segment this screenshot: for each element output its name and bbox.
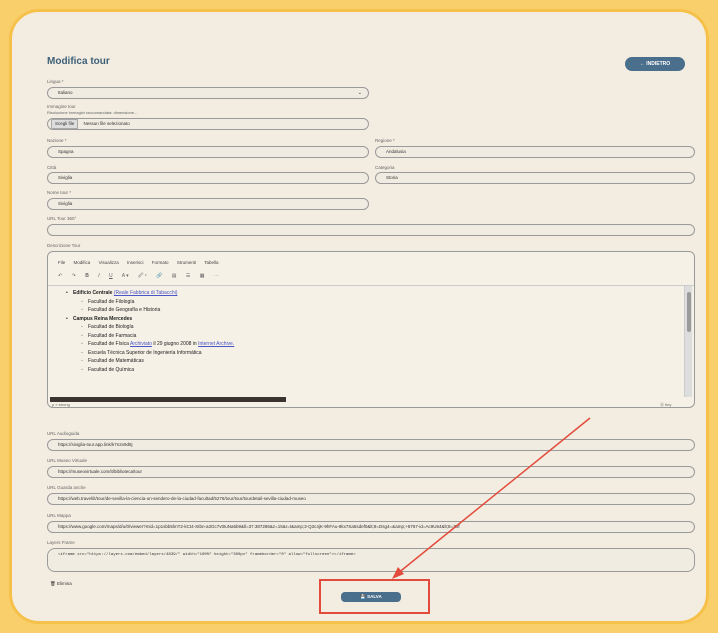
- arrow-line: [396, 417, 591, 575]
- arrow-head: [392, 567, 404, 579]
- app-frame: Modifica tour ← INDIETRO Lingua * Italia…: [9, 9, 709, 624]
- annotation-arrow: [392, 417, 591, 579]
